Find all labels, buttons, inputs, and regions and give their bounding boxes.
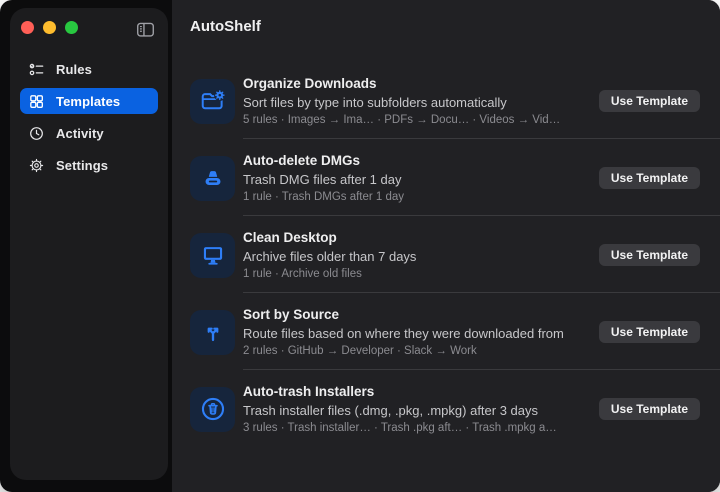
use-template-button[interactable]: Use Template: [598, 321, 700, 343]
template-description: Archive files older than 7 days: [243, 249, 417, 264]
minimize-button[interactable]: [43, 21, 56, 34]
template-description: Sort files by type into subfolders autom…: [243, 95, 507, 110]
clock-icon: [28, 125, 45, 142]
sidebar-item-label: Settings: [56, 157, 109, 173]
template-row-clean-desktop: Clean Desktop Archive files older than 7…: [190, 216, 720, 293]
gear-icon: [28, 157, 45, 174]
template-row-organize-downloads: Organize Downloads Sort files by type in…: [190, 76, 720, 139]
page-title: AutoShelf: [190, 18, 261, 35]
use-template-button[interactable]: Use Template: [598, 398, 700, 420]
titlebar: [21, 21, 78, 34]
template-name: Sort by Source: [243, 307, 340, 322]
use-template-button[interactable]: Use Template: [598, 90, 700, 112]
template-meta: 1 rule · Trash DMGs after 1 day: [243, 191, 405, 203]
branch-icon: [190, 309, 235, 355]
display-icon: [190, 232, 235, 278]
template-description: Trash installer files (.dmg, .pkg, .mpkg…: [243, 403, 539, 418]
template-list: Organize Downloads Sort files by type in…: [190, 76, 720, 447]
template-name: Auto-trash Installers: [243, 384, 375, 399]
template-description: Trash DMG files after 1 day: [243, 172, 402, 187]
checklist-icon: [28, 61, 45, 78]
trash-circle-icon: [190, 386, 235, 432]
template-meta: 2 rules · GitHub → Developer · Slack → W…: [243, 345, 477, 357]
main-content: AutoShelf Organize Downloads Sort files …: [172, 0, 720, 492]
use-template-button[interactable]: Use Template: [598, 167, 700, 189]
use-template-button[interactable]: Use Template: [598, 244, 700, 266]
sidebar: Rules Templates Activity Settings: [10, 8, 168, 480]
template-name: Auto-delete DMGs: [243, 153, 361, 168]
sidebar-nav: Rules Templates Activity Settings: [20, 56, 158, 184]
grid-icon: [28, 93, 45, 110]
sidebar-item-settings[interactable]: Settings: [20, 152, 158, 178]
drive-icon: [190, 155, 235, 201]
template-row-sort-by-source: Sort by Source Route files based on wher…: [190, 293, 720, 370]
folder-gear-icon: [190, 78, 235, 124]
template-row-auto-delete-dmgs: Auto-delete DMGs Trash DMG files after 1…: [190, 139, 720, 216]
sidebar-toggle-button[interactable]: [132, 17, 158, 41]
app-window: Rules Templates Activity Settings AutoSh…: [0, 0, 720, 492]
sidebar-item-templates[interactable]: Templates: [20, 88, 158, 114]
template-name: Clean Desktop: [243, 230, 337, 245]
template-meta: 3 rules · Trash installer… · Trash .pkg …: [243, 422, 557, 434]
close-button[interactable]: [21, 21, 34, 34]
template-description: Route files based on where they were dow…: [243, 326, 564, 341]
sidebar-item-rules[interactable]: Rules: [20, 56, 158, 82]
template-row-auto-trash-installers: Auto-trash Installers Trash installer fi…: [190, 370, 720, 447]
sidebar-toggle-icon: [135, 20, 156, 39]
zoom-button[interactable]: [65, 21, 78, 34]
sidebar-item-activity[interactable]: Activity: [20, 120, 158, 146]
sidebar-item-label: Templates: [56, 93, 121, 109]
template-name: Organize Downloads: [243, 76, 377, 91]
template-meta: 1 rule · Archive old files: [243, 268, 362, 280]
template-meta: 5 rules · Images → Ima… · PDFs → Docu… ·…: [243, 114, 561, 126]
sidebar-item-label: Rules: [56, 61, 92, 77]
sidebar-item-label: Activity: [56, 125, 104, 141]
